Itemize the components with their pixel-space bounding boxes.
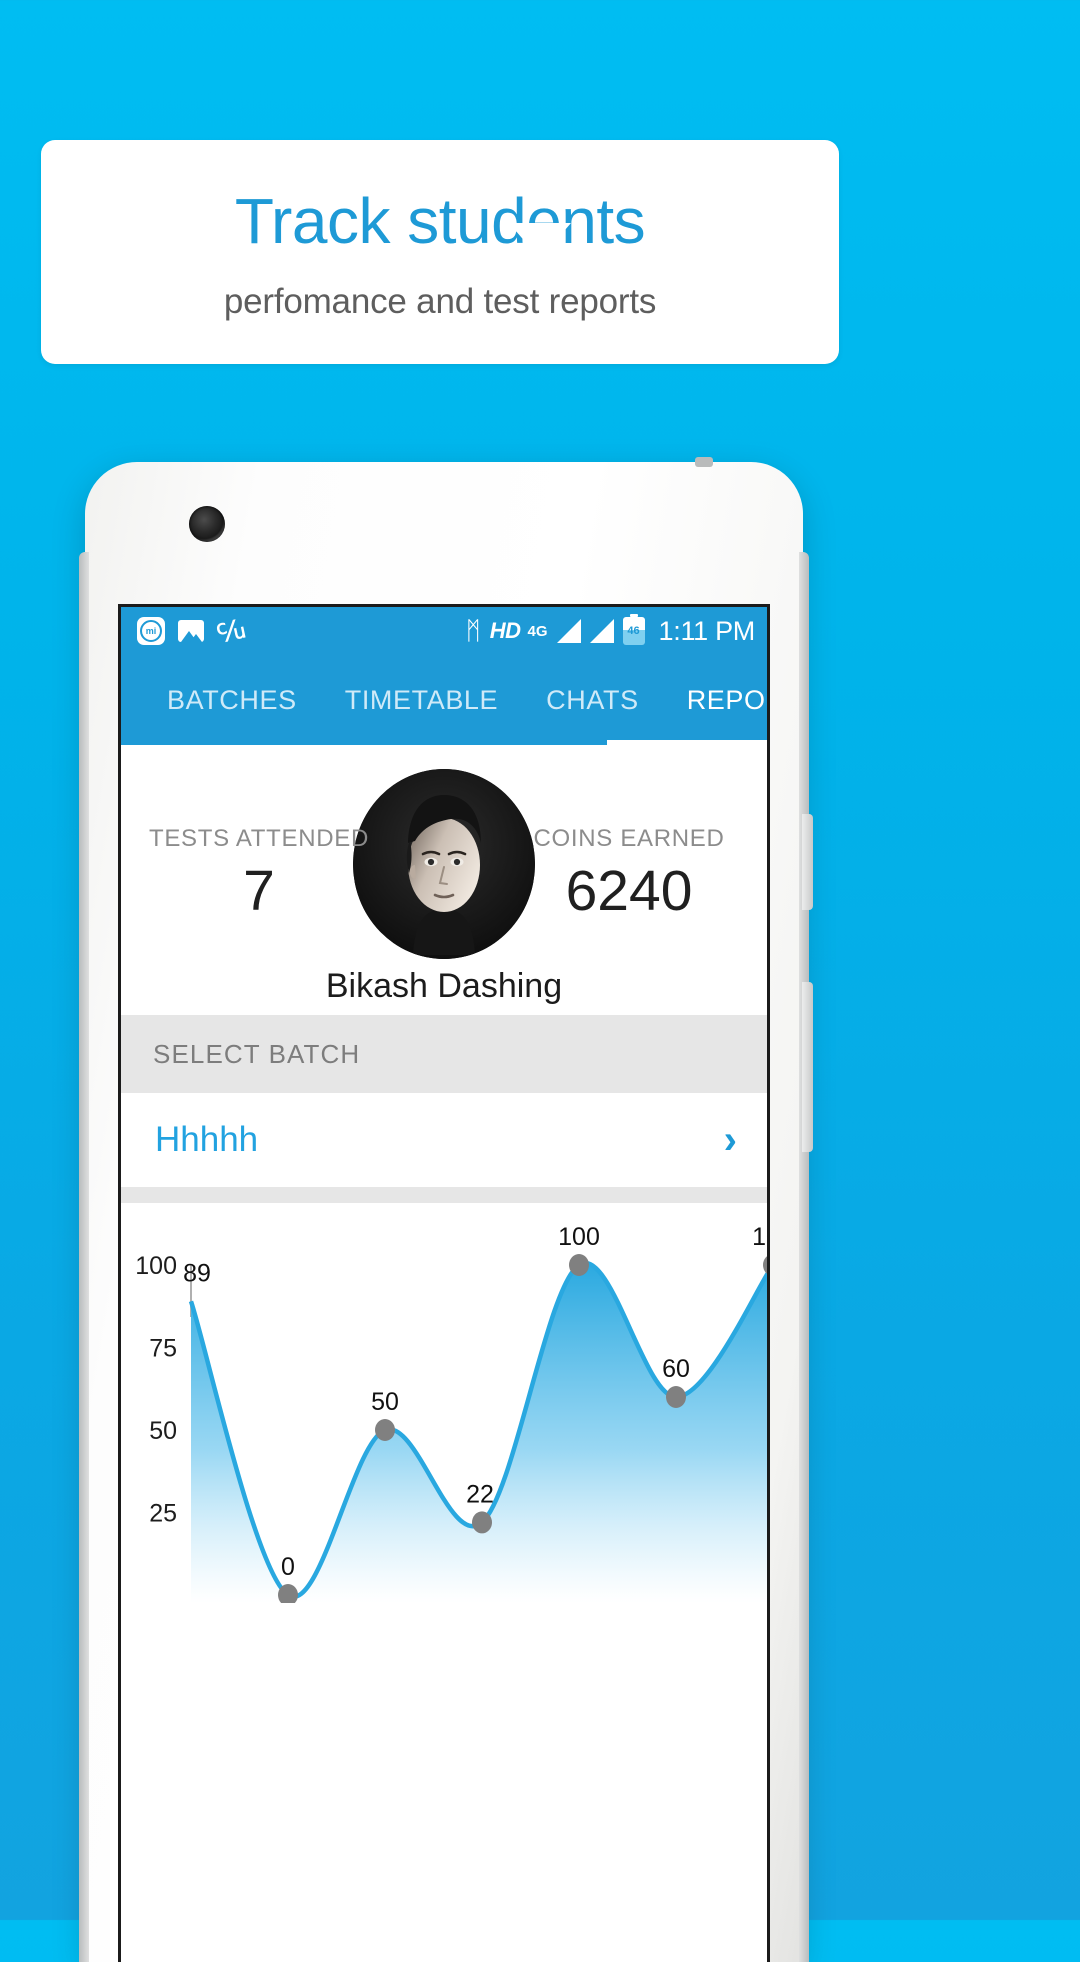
volume-button[interactable] <box>802 982 813 1152</box>
chart-data-point[interactable] <box>375 1419 395 1441</box>
chart-point-label: 89 <box>183 1259 211 1287</box>
chart-data-point[interactable] <box>569 1254 589 1276</box>
tab-timetable[interactable]: TIMETABLE <box>321 655 522 745</box>
network-4g-icon: 4G <box>527 622 548 640</box>
chart-point-label: 100 <box>558 1223 600 1251</box>
coins-earned-value: 6240 <box>565 859 693 923</box>
y-axis-tick-label: 75 <box>149 1335 177 1363</box>
battery-icon: 46 <box>622 614 645 645</box>
chart-data-point[interactable] <box>666 1386 686 1408</box>
chart-data-point[interactable] <box>763 1254 770 1276</box>
tests-attended-label: TESTS ATTENDED <box>148 825 370 852</box>
chart-point-label: 100 <box>752 1223 770 1251</box>
promo-subheadline: perfomance and test reports <box>223 281 657 321</box>
status-bar-left-icons: mi ℆ <box>137 613 466 649</box>
selected-batch-name: Hhhhh <box>155 1120 259 1159</box>
chart-canvas: 25 50 75 100 89 0 50 22 100 60 100 <box>135 1223 770 1603</box>
tab-chats[interactable]: CHATS <box>522 655 663 745</box>
signal-bars-sim1-icon <box>556 619 581 643</box>
chart-point-label: 22 <box>466 1480 494 1508</box>
y-axis-tick-label: 50 <box>149 1417 177 1445</box>
mi-security-icon: mi <box>137 617 165 645</box>
chart-area-fill <box>191 1263 767 1603</box>
status-bar: mi ℆ ᛗ HD 4G 46 1:11 PM <box>121 607 767 655</box>
tab-batches[interactable]: BATCHES <box>143 655 321 745</box>
performance-chart: 25 50 75 100 89 0 50 22 100 60 100 <box>121 1203 767 1603</box>
status-bar-clock: 1:11 PM <box>658 615 756 646</box>
phone-right-edge <box>799 552 809 1962</box>
tab-reports[interactable]: REPORTS <box>663 655 767 745</box>
batch-selector-row[interactable]: Hhhhh › <box>121 1093 767 1187</box>
stat-tests-attended: TESTS ATTENDED 7 <box>129 825 389 920</box>
coins-earned-label: COINS EARNED <box>533 825 725 852</box>
photo-icon <box>178 620 204 642</box>
chevron-right-icon[interactable]: › <box>724 1120 737 1160</box>
profile-summary-card: TESTS ATTENDED 7 COINS EARNED 6240 Bikas… <box>121 745 767 1015</box>
select-batch-header: SELECT BATCH <box>121 1015 767 1093</box>
chart-point-label: 0 <box>281 1553 295 1581</box>
promo-headline: Track students <box>234 185 646 258</box>
y-axis-tick-label: 25 <box>149 1500 177 1528</box>
signal-bars-sim2-icon <box>589 619 614 643</box>
phone-left-edge <box>79 552 89 1962</box>
chart-point-label: 60 <box>662 1355 690 1383</box>
hd-voice-icon: HD <box>489 618 521 643</box>
power-button[interactable] <box>802 814 813 910</box>
status-bar-right-icons: ᛗ HD 4G 46 1:11 PM <box>465 614 756 647</box>
front-camera-icon <box>189 506 225 542</box>
chart-data-point[interactable] <box>472 1511 492 1534</box>
tests-attended-value: 7 <box>243 859 275 923</box>
phone-screen: mi ℆ ᛗ HD 4G 46 1:11 PM BATCHES TIMETABL… <box>118 604 770 1962</box>
sync-disabled-icon: ℆ <box>214 613 248 649</box>
banner-pointer-triangle <box>509 223 571 259</box>
profile-name: Bikash Dashing <box>325 967 563 1005</box>
chart-y-axis: 25 50 75 100 <box>135 1252 192 1528</box>
mi-security-icon-label: mi <box>140 620 162 642</box>
stat-coins-earned: COINS EARNED 6240 <box>499 825 759 920</box>
section-divider <box>121 1187 767 1203</box>
tab-bar: BATCHES TIMETABLE CHATS REPORTS <box>121 655 767 745</box>
promo-banner: Track students perfomance and test repor… <box>41 140 839 364</box>
bluetooth-icon: ᛗ <box>465 616 481 645</box>
chart-point-label: 50 <box>371 1388 399 1416</box>
phone-mockup: mi ℆ ᛗ HD 4G 46 1:11 PM BATCHES TIMETABL… <box>79 457 813 1962</box>
y-axis-tick-label: 100 <box>135 1252 177 1280</box>
phone-top-sensor <box>695 457 713 467</box>
